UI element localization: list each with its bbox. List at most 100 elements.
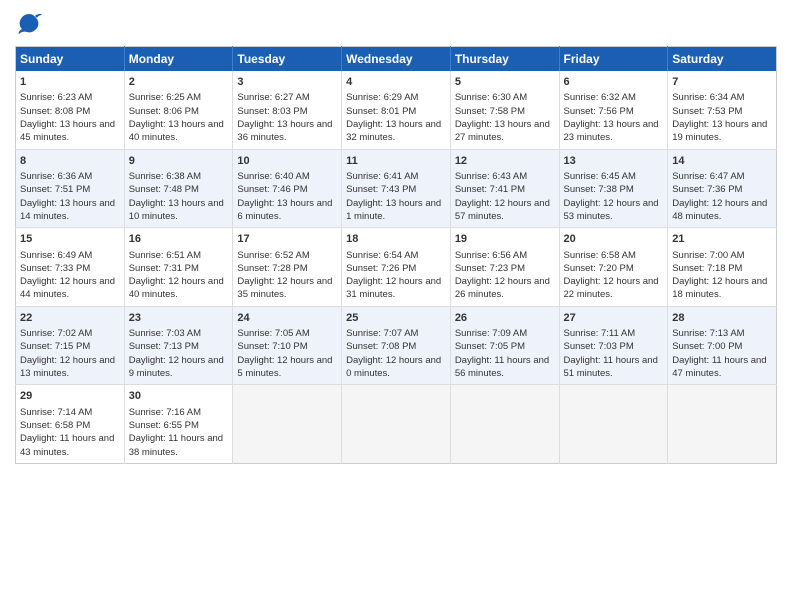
- day-number: 12: [455, 154, 555, 169]
- day-number: 20: [564, 232, 664, 247]
- daylight-text: Daylight: 12 hours and 5 minutes.: [237, 355, 332, 379]
- calendar-cell: 2Sunrise: 6:25 AMSunset: 8:06 PMDaylight…: [124, 71, 233, 149]
- calendar-header: SundayMondayTuesdayWednesdayThursdayFrid…: [16, 47, 777, 72]
- calendar-cell: 28Sunrise: 7:13 AMSunset: 7:00 PMDayligh…: [668, 306, 777, 385]
- day-number: 22: [20, 311, 120, 326]
- calendar-table: SundayMondayTuesdayWednesdayThursdayFrid…: [15, 46, 777, 464]
- sunset-text: Sunset: 8:08 PM: [20, 106, 90, 117]
- calendar-cell: 10Sunrise: 6:40 AMSunset: 7:46 PMDayligh…: [233, 149, 342, 228]
- sunset-text: Sunset: 8:01 PM: [346, 106, 416, 117]
- day-number: 7: [672, 75, 772, 90]
- daylight-text: Daylight: 11 hours and 56 minutes.: [455, 355, 549, 379]
- sunrise-text: Sunrise: 7:02 AM: [20, 328, 92, 339]
- sunrise-text: Sunrise: 7:00 AM: [672, 250, 744, 261]
- calendar-cell: [233, 385, 342, 464]
- calendar-cell: 15Sunrise: 6:49 AMSunset: 7:33 PMDayligh…: [16, 228, 125, 307]
- calendar-week-row: 1 Sunrise: 6:23 AM Sunset: 8:08 PM Daylight…: [16, 71, 777, 149]
- sunset-text: Sunset: 7:13 PM: [129, 341, 199, 352]
- calendar-cell: 14Sunrise: 6:47 AMSunset: 7:36 PMDayligh…: [668, 149, 777, 228]
- calendar-cell: 24Sunrise: 7:05 AMSunset: 7:10 PMDayligh…: [233, 306, 342, 385]
- day-number: 27: [564, 311, 664, 326]
- sunrise-text: Sunrise: 6:58 AM: [564, 250, 636, 261]
- calendar-cell: 12Sunrise: 6:43 AMSunset: 7:41 PMDayligh…: [450, 149, 559, 228]
- day-number: 30: [129, 389, 229, 404]
- calendar-cell: 11Sunrise: 6:41 AMSunset: 7:43 PMDayligh…: [342, 149, 451, 228]
- daylight-text: Daylight: 12 hours and 35 minutes.: [237, 276, 332, 300]
- sunrise-text: Sunrise: 6:43 AM: [455, 171, 527, 182]
- day-number: 1: [20, 75, 120, 90]
- weekday-saturday: Saturday: [668, 47, 777, 72]
- sunset-text: Sunset: 7:36 PM: [672, 184, 742, 195]
- daylight-text: Daylight: 13 hours and 19 minutes.: [672, 119, 767, 143]
- sunrise-text: Sunrise: 6:25 AM: [129, 92, 201, 103]
- daylight-text: Daylight: 12 hours and 13 minutes.: [20, 355, 115, 379]
- sunset-text: Sunset: 7:38 PM: [564, 184, 634, 195]
- calendar-cell: 25Sunrise: 7:07 AMSunset: 7:08 PMDayligh…: [342, 306, 451, 385]
- sunset-text: Sunset: 7:08 PM: [346, 341, 416, 352]
- daylight-text: Daylight: 13 hours and 27 minutes.: [455, 119, 550, 143]
- sunset-text: Sunset: 6:58 PM: [20, 420, 90, 431]
- day-number: 16: [129, 232, 229, 247]
- calendar-week-row: 22 Sunrise: 7:02 AM Sunset: 7:15 PM Dayligh…: [16, 306, 777, 385]
- calendar-cell: 18Sunrise: 6:54 AMSunset: 7:26 PMDayligh…: [342, 228, 451, 307]
- weekday-monday: Monday: [124, 47, 233, 72]
- header: [15, 10, 777, 38]
- sunset-text: Sunset: 7:26 PM: [346, 263, 416, 274]
- day-number: 5: [455, 75, 555, 90]
- calendar-cell: [342, 385, 451, 464]
- daylight-text: Daylight: 12 hours and 44 minutes.: [20, 276, 115, 300]
- calendar-cell: 13Sunrise: 6:45 AMSunset: 7:38 PMDayligh…: [559, 149, 668, 228]
- calendar-cell: 21Sunrise: 7:00 AMSunset: 7:18 PMDayligh…: [668, 228, 777, 307]
- calendar-body: 1 Sunrise: 6:23 AM Sunset: 8:08 PM Daylight…: [16, 71, 777, 463]
- sunset-text: Sunset: 7:43 PM: [346, 184, 416, 195]
- day-number: 29: [20, 389, 120, 404]
- day-number: 28: [672, 311, 772, 326]
- sunrise-text: Sunrise: 6:23 AM: [20, 92, 92, 103]
- day-number: 3: [237, 75, 337, 90]
- daylight-text: Daylight: 12 hours and 53 minutes.: [564, 198, 659, 222]
- day-number: 14: [672, 154, 772, 169]
- day-number: 10: [237, 154, 337, 169]
- sunrise-text: Sunrise: 6:27 AM: [237, 92, 309, 103]
- daylight-text: Daylight: 12 hours and 18 minutes.: [672, 276, 767, 300]
- calendar-week-row: 8Sunrise: 6:36 AMSunset: 7:51 PMDaylight…: [16, 149, 777, 228]
- calendar-cell: [668, 385, 777, 464]
- sunrise-text: Sunrise: 6:30 AM: [455, 92, 527, 103]
- daylight-text: Daylight: 13 hours and 10 minutes.: [129, 198, 224, 222]
- sunrise-text: Sunrise: 7:16 AM: [129, 407, 201, 418]
- daylight-text: Daylight: 13 hours and 36 minutes.: [237, 119, 332, 143]
- day-number: 21: [672, 232, 772, 247]
- calendar-cell: 7Sunrise: 6:34 AMSunset: 7:53 PMDaylight…: [668, 71, 777, 149]
- sunset-text: Sunset: 7:33 PM: [20, 263, 90, 274]
- sunset-text: Sunset: 7:53 PM: [672, 106, 742, 117]
- sunset-text: Sunset: 7:41 PM: [455, 184, 525, 195]
- sunset-text: Sunset: 7:15 PM: [20, 341, 90, 352]
- sunrise-text: Sunrise: 6:51 AM: [129, 250, 201, 261]
- calendar-cell: 3 Sunrise: 6:27 AM Sunset: 8:03 PM Daylight…: [233, 71, 342, 149]
- daylight-text: Daylight: 13 hours and 45 minutes.: [20, 119, 115, 143]
- daylight-text: Daylight: 11 hours and 38 minutes.: [129, 433, 223, 457]
- sunrise-text: Sunrise: 6:49 AM: [20, 250, 92, 261]
- sunset-text: Sunset: 7:51 PM: [20, 184, 90, 195]
- sunrise-text: Sunrise: 7:05 AM: [237, 328, 309, 339]
- day-number: 19: [455, 232, 555, 247]
- sunset-text: Sunset: 7:56 PM: [564, 106, 634, 117]
- day-number: 6: [564, 75, 664, 90]
- calendar-week-row: 15Sunrise: 6:49 AMSunset: 7:33 PMDayligh…: [16, 228, 777, 307]
- daylight-text: Daylight: 13 hours and 1 minute.: [346, 198, 441, 222]
- weekday-friday: Friday: [559, 47, 668, 72]
- day-number: 11: [346, 154, 446, 169]
- day-number: 4: [346, 75, 446, 90]
- sunrise-text: Sunrise: 6:54 AM: [346, 250, 418, 261]
- sunset-text: Sunset: 7:05 PM: [455, 341, 525, 352]
- day-number: 2: [129, 75, 229, 90]
- daylight-text: Daylight: 12 hours and 0 minutes.: [346, 355, 441, 379]
- sunrise-text: Sunrise: 6:36 AM: [20, 171, 92, 182]
- day-number: 25: [346, 311, 446, 326]
- sunrise-text: Sunrise: 6:47 AM: [672, 171, 744, 182]
- sunset-text: Sunset: 7:23 PM: [455, 263, 525, 274]
- calendar-cell: 9Sunrise: 6:38 AMSunset: 7:48 PMDaylight…: [124, 149, 233, 228]
- sunset-text: Sunset: 8:03 PM: [237, 106, 307, 117]
- daylight-text: Daylight: 11 hours and 47 minutes.: [672, 355, 766, 379]
- calendar-cell: [559, 385, 668, 464]
